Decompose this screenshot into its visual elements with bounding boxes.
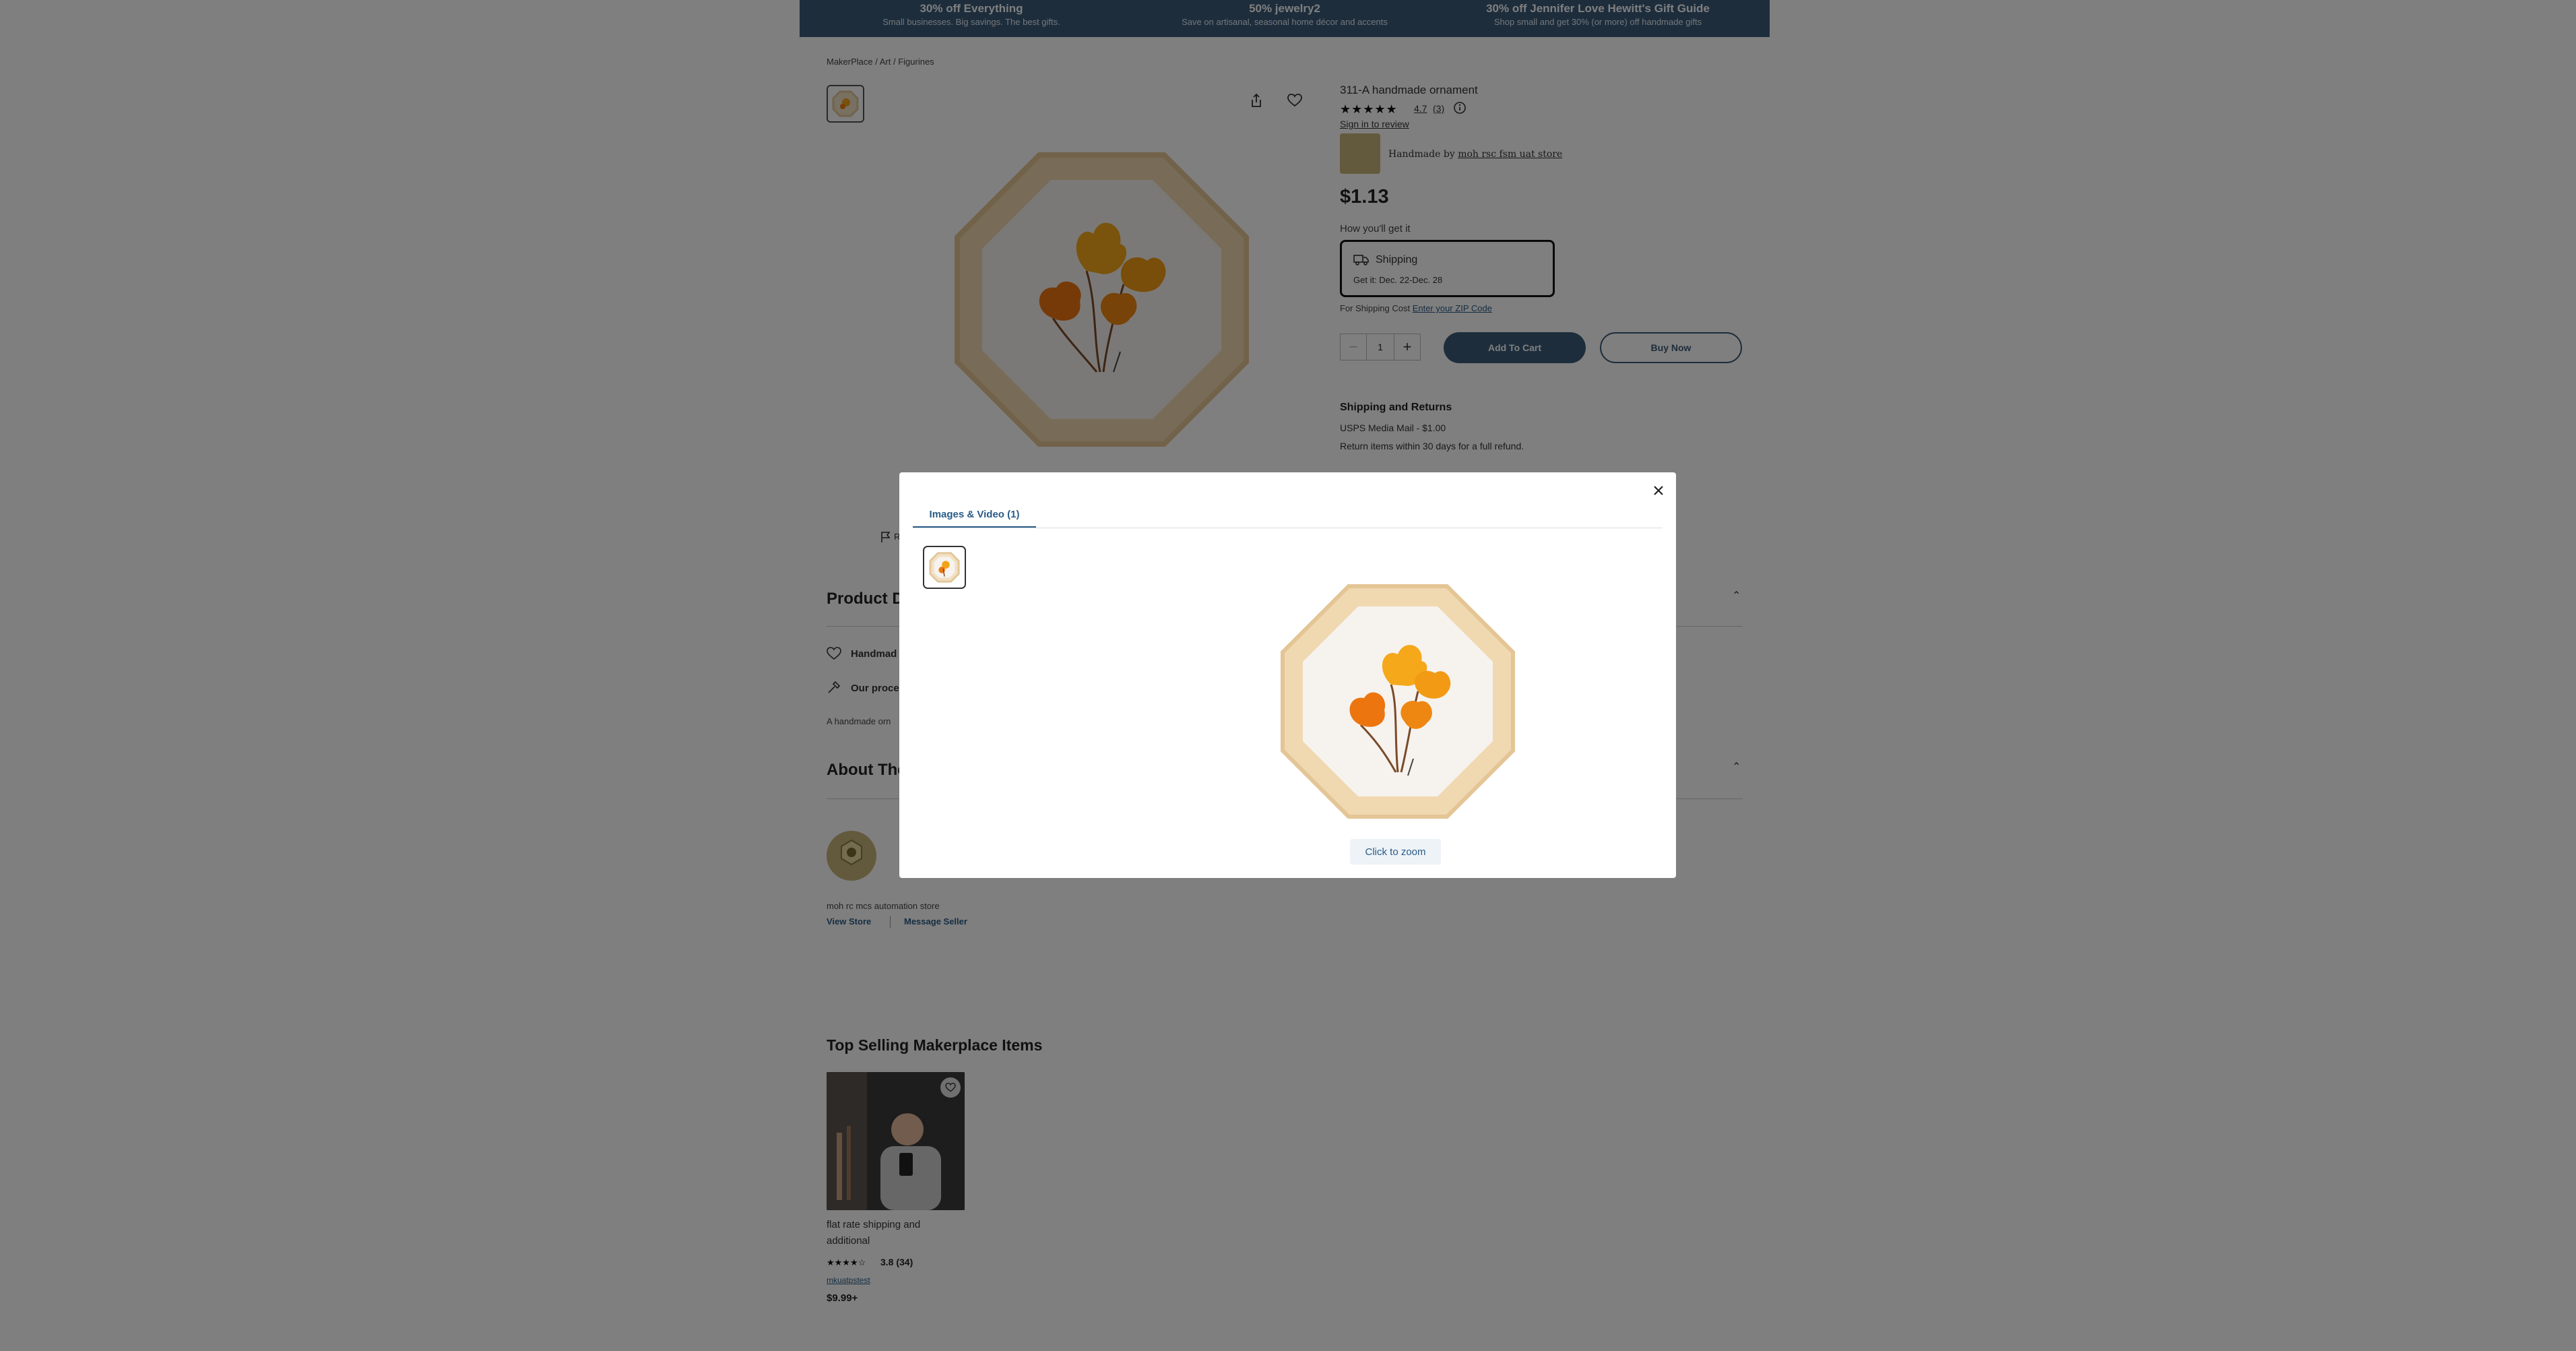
media-gallery-modal: Images & Video (1) Click to zoom [899,472,1676,878]
close-icon[interactable] [1647,479,1670,502]
click-to-zoom-button[interactable]: Click to zoom [1350,839,1441,865]
gallery-main-image[interactable] [1280,584,1516,819]
tab-images-video[interactable]: Images & Video (1) [913,501,1036,528]
gallery-thumbnail[interactable] [923,546,966,589]
